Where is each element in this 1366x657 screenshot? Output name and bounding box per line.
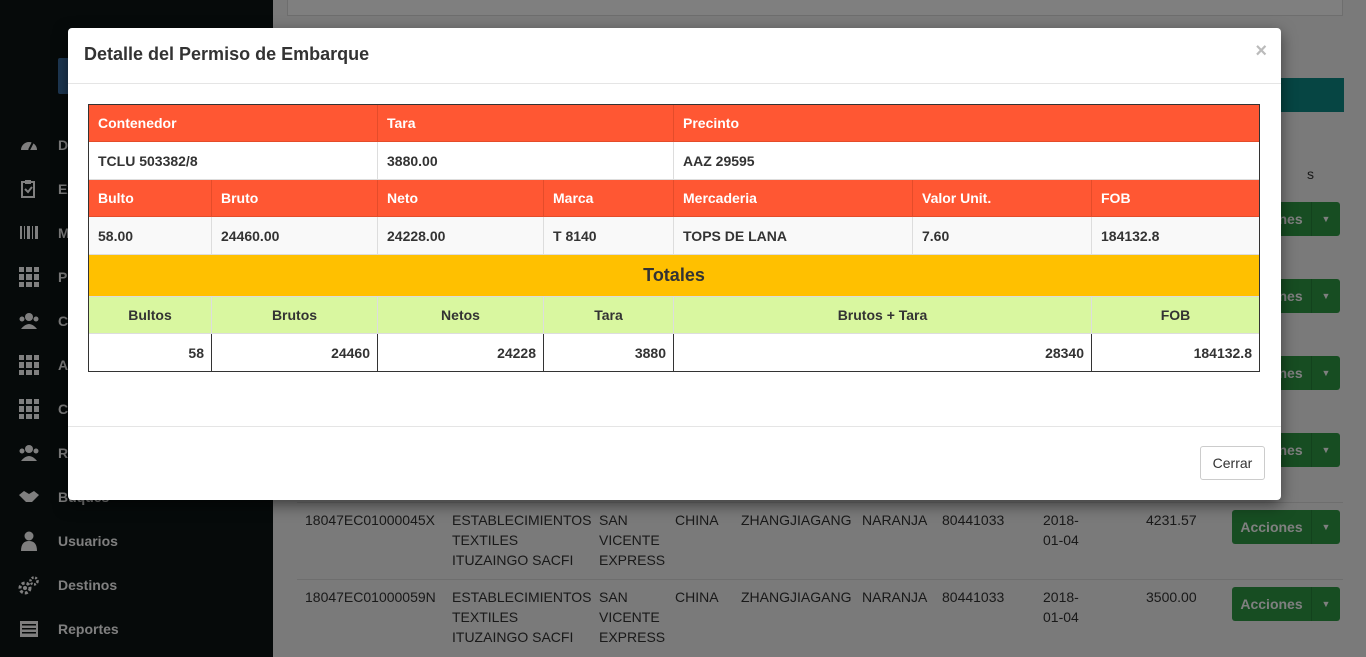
close-icon[interactable]: × [1255,40,1267,63]
modal-title: Detalle del Permiso de Embarque [84,44,370,64]
value-cell: AAZ 29595 [674,142,1259,180]
modal-footer: Cerrar [68,426,1281,500]
value-cell: 7.60 [913,217,1092,255]
modal-header: Detalle del Permiso de Embarque × [68,28,1281,84]
header-cell: Precinto [674,105,1259,142]
totals-value-cell: 3880 [544,334,674,371]
header-cell: FOB [1092,180,1259,217]
totals-header-cell: Bultos [89,297,212,334]
container-value-row: TCLU 503382/8 3880.00 AAZ 29595 [89,142,1259,180]
totals-value-cell: 184132.8 [1092,334,1259,371]
totals-header-cell: Netos [378,297,544,334]
close-button[interactable]: Cerrar [1200,446,1265,480]
totals-header-cell: Tara [544,297,674,334]
header-cell: Tara [378,105,674,142]
totals-header-cell: FOB [1092,297,1259,334]
totals-header-cell: Brutos + Tara [674,297,1092,334]
totals-value-cell: 24460 [212,334,378,371]
header-cell: Valor Unit. [913,180,1092,217]
header-cell: Neto [378,180,544,217]
value-cell: T 8140 [544,217,674,255]
value-cell: 3880.00 [378,142,674,180]
item-header-row: Bulto Bruto Neto Marca Mercaderia Valor … [89,180,1259,217]
value-cell: 24228.00 [378,217,544,255]
header-cell: Mercaderia [674,180,913,217]
totals-value-cell: 58 [89,334,212,371]
totals-header-cell: Brutos [212,297,378,334]
value-cell: 184132.8 [1092,217,1259,255]
totals-title: Totales [89,255,1259,297]
header-cell: Contenedor [89,105,378,142]
header-cell: Bulto [89,180,212,217]
permit-detail-table: Contenedor Tara Precinto TCLU 503382/8 3… [88,104,1260,372]
totals-value-cell: 28340 [674,334,1092,371]
value-cell: TOPS DE LANA [674,217,913,255]
header-cell: Bruto [212,180,378,217]
container-header-row: Contenedor Tara Precinto [89,105,1259,142]
value-cell: 24460.00 [212,217,378,255]
permit-detail-modal: Detalle del Permiso de Embarque × Conten… [68,28,1281,500]
header-cell: Marca [544,180,674,217]
value-cell: TCLU 503382/8 [89,142,378,180]
totals-value-cell: 24228 [378,334,544,371]
totals-value-row: 58 24460 24228 3880 28340 184132.8 [89,334,1259,371]
totals-header-row: Bultos Brutos Netos Tara Brutos + Tara F… [89,297,1259,334]
value-cell: 58.00 [89,217,212,255]
item-value-row: 58.00 24460.00 24228.00 T 8140 TOPS DE L… [89,217,1259,255]
